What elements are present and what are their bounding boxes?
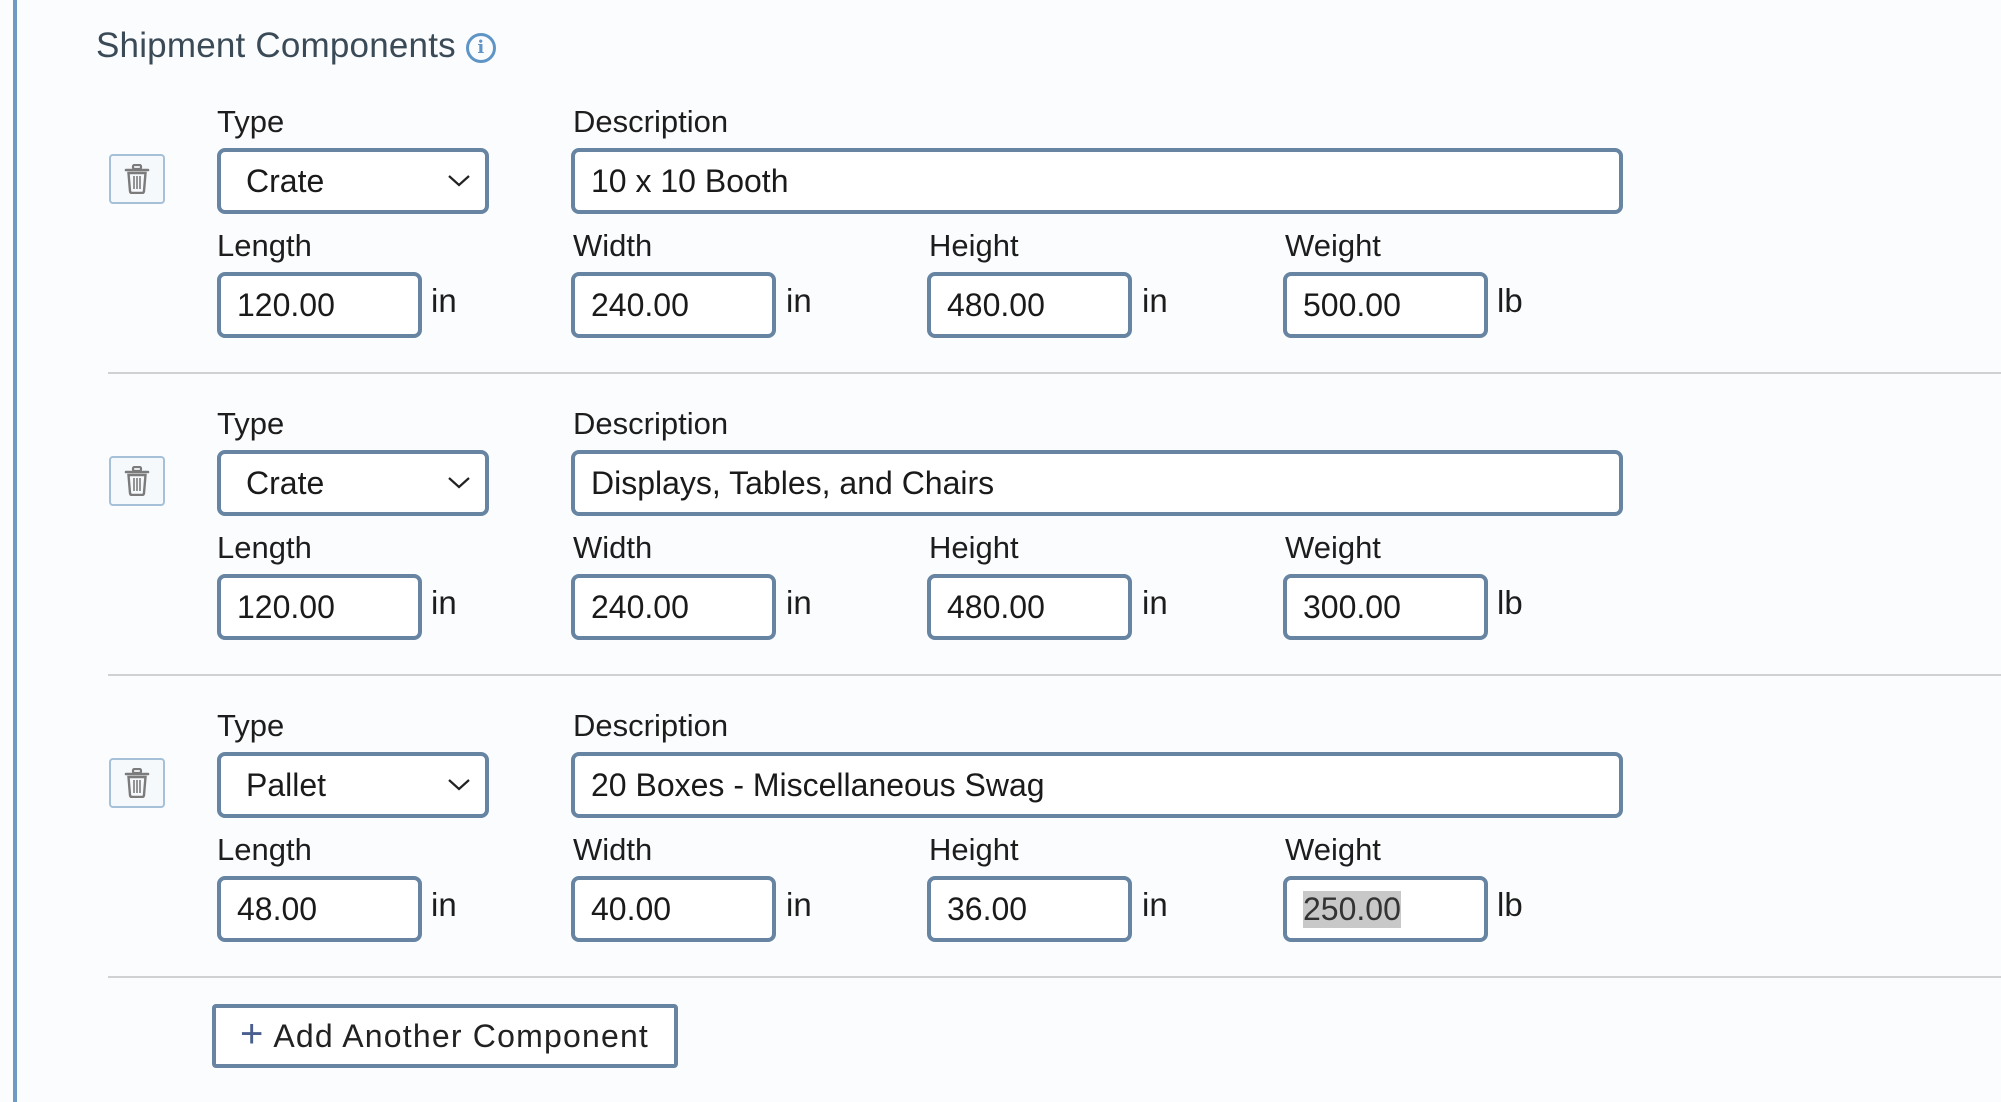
component-row: Type Crate Description Displays, Tables,…: [0, 406, 2001, 706]
length-label: Length: [217, 228, 312, 263]
component-separator: [108, 976, 2001, 978]
length-value: 48.00: [237, 890, 318, 927]
section-title: Shipment Components: [96, 26, 456, 65]
type-label: Type: [217, 406, 285, 441]
width-input[interactable]: 40.00: [571, 876, 776, 942]
weight-value: 300.00: [1303, 588, 1401, 625]
type-select-value: Pallet: [246, 766, 327, 803]
chevron-down-icon: [448, 779, 470, 791]
description-label: Description: [573, 104, 729, 139]
type-select[interactable]: Crate: [217, 450, 489, 516]
width-value: 240.00: [591, 286, 689, 323]
height-input[interactable]: 480.00: [927, 574, 1132, 640]
type-label: Type: [217, 708, 285, 743]
width-unit: in: [786, 886, 812, 923]
weight-input[interactable]: 500.00: [1283, 272, 1488, 338]
type-select[interactable]: Pallet: [217, 752, 489, 818]
weight-label: Weight: [1285, 228, 1381, 263]
type-label: Type: [217, 104, 285, 139]
description-value: Displays, Tables, and Chairs: [591, 464, 995, 501]
weight-unit: lb: [1497, 282, 1523, 319]
height-unit: in: [1142, 886, 1168, 923]
height-label: Height: [929, 530, 1019, 565]
width-unit: in: [786, 584, 812, 621]
height-unit: in: [1142, 584, 1168, 621]
width-label: Width: [573, 228, 653, 263]
weight-label: Weight: [1285, 832, 1381, 867]
description-label: Description: [573, 406, 729, 441]
length-value: 120.00: [237, 286, 335, 323]
delete-component-button[interactable]: [109, 456, 165, 506]
add-component-button[interactable]: + Add Another Component: [212, 1004, 678, 1068]
height-label: Height: [929, 832, 1019, 867]
height-input[interactable]: 36.00: [927, 876, 1132, 942]
width-unit: in: [786, 282, 812, 319]
type-select[interactable]: Crate: [217, 148, 489, 214]
type-select-value: Crate: [246, 464, 325, 501]
component-separator: [108, 372, 2001, 374]
chevron-down-icon: [448, 477, 470, 489]
component-row: Type Crate Description 10 x 10 Booth Len…: [0, 104, 2001, 404]
width-value: 240.00: [591, 588, 689, 625]
length-unit: in: [431, 282, 457, 319]
length-label: Length: [217, 832, 312, 867]
weight-value: 250.00: [1303, 890, 1401, 928]
description-input[interactable]: 20 Boxes - Miscellaneous Swag: [571, 752, 1623, 818]
weight-value: 500.00: [1303, 286, 1401, 323]
weight-unit: lb: [1497, 584, 1523, 621]
component-separator: [108, 674, 2001, 676]
width-label: Width: [573, 530, 653, 565]
width-input[interactable]: 240.00: [571, 272, 776, 338]
trash-icon: [124, 164, 150, 194]
length-input[interactable]: 120.00: [217, 574, 422, 640]
description-value: 10 x 10 Booth: [591, 162, 789, 199]
weight-label: Weight: [1285, 530, 1381, 565]
length-label: Length: [217, 530, 312, 565]
weight-input[interactable]: 300.00: [1283, 574, 1488, 640]
trash-icon: [124, 768, 150, 798]
description-input[interactable]: 10 x 10 Booth: [571, 148, 1623, 214]
description-value: 20 Boxes - Miscellaneous Swag: [591, 766, 1045, 803]
section-header: Shipment Components i: [96, 26, 496, 66]
type-select-value: Crate: [246, 162, 325, 199]
height-value: 480.00: [947, 286, 1045, 323]
height-unit: in: [1142, 282, 1168, 319]
trash-icon: [124, 466, 150, 496]
length-value: 120.00: [237, 588, 335, 625]
chevron-down-icon: [448, 175, 470, 187]
length-unit: in: [431, 886, 457, 923]
width-value: 40.00: [591, 890, 672, 927]
plus-icon: +: [240, 1012, 264, 1056]
length-input[interactable]: 120.00: [217, 272, 422, 338]
weight-input[interactable]: 250.00: [1283, 876, 1488, 942]
height-value: 480.00: [947, 588, 1045, 625]
height-label: Height: [929, 228, 1019, 263]
description-input[interactable]: Displays, Tables, and Chairs: [571, 450, 1623, 516]
add-component-label: Add Another Component: [273, 1017, 650, 1054]
delete-component-button[interactable]: [109, 154, 165, 204]
height-input[interactable]: 480.00: [927, 272, 1132, 338]
length-unit: in: [431, 584, 457, 621]
weight-unit: lb: [1497, 886, 1523, 923]
width-input[interactable]: 240.00: [571, 574, 776, 640]
description-label: Description: [573, 708, 729, 743]
info-icon[interactable]: i: [465, 33, 496, 63]
delete-component-button[interactable]: [109, 758, 165, 808]
length-input[interactable]: 48.00: [217, 876, 422, 942]
height-value: 36.00: [947, 890, 1028, 927]
width-label: Width: [573, 832, 653, 867]
component-row: Type Pallet Description 20 Boxes - Misce…: [0, 708, 2001, 1008]
